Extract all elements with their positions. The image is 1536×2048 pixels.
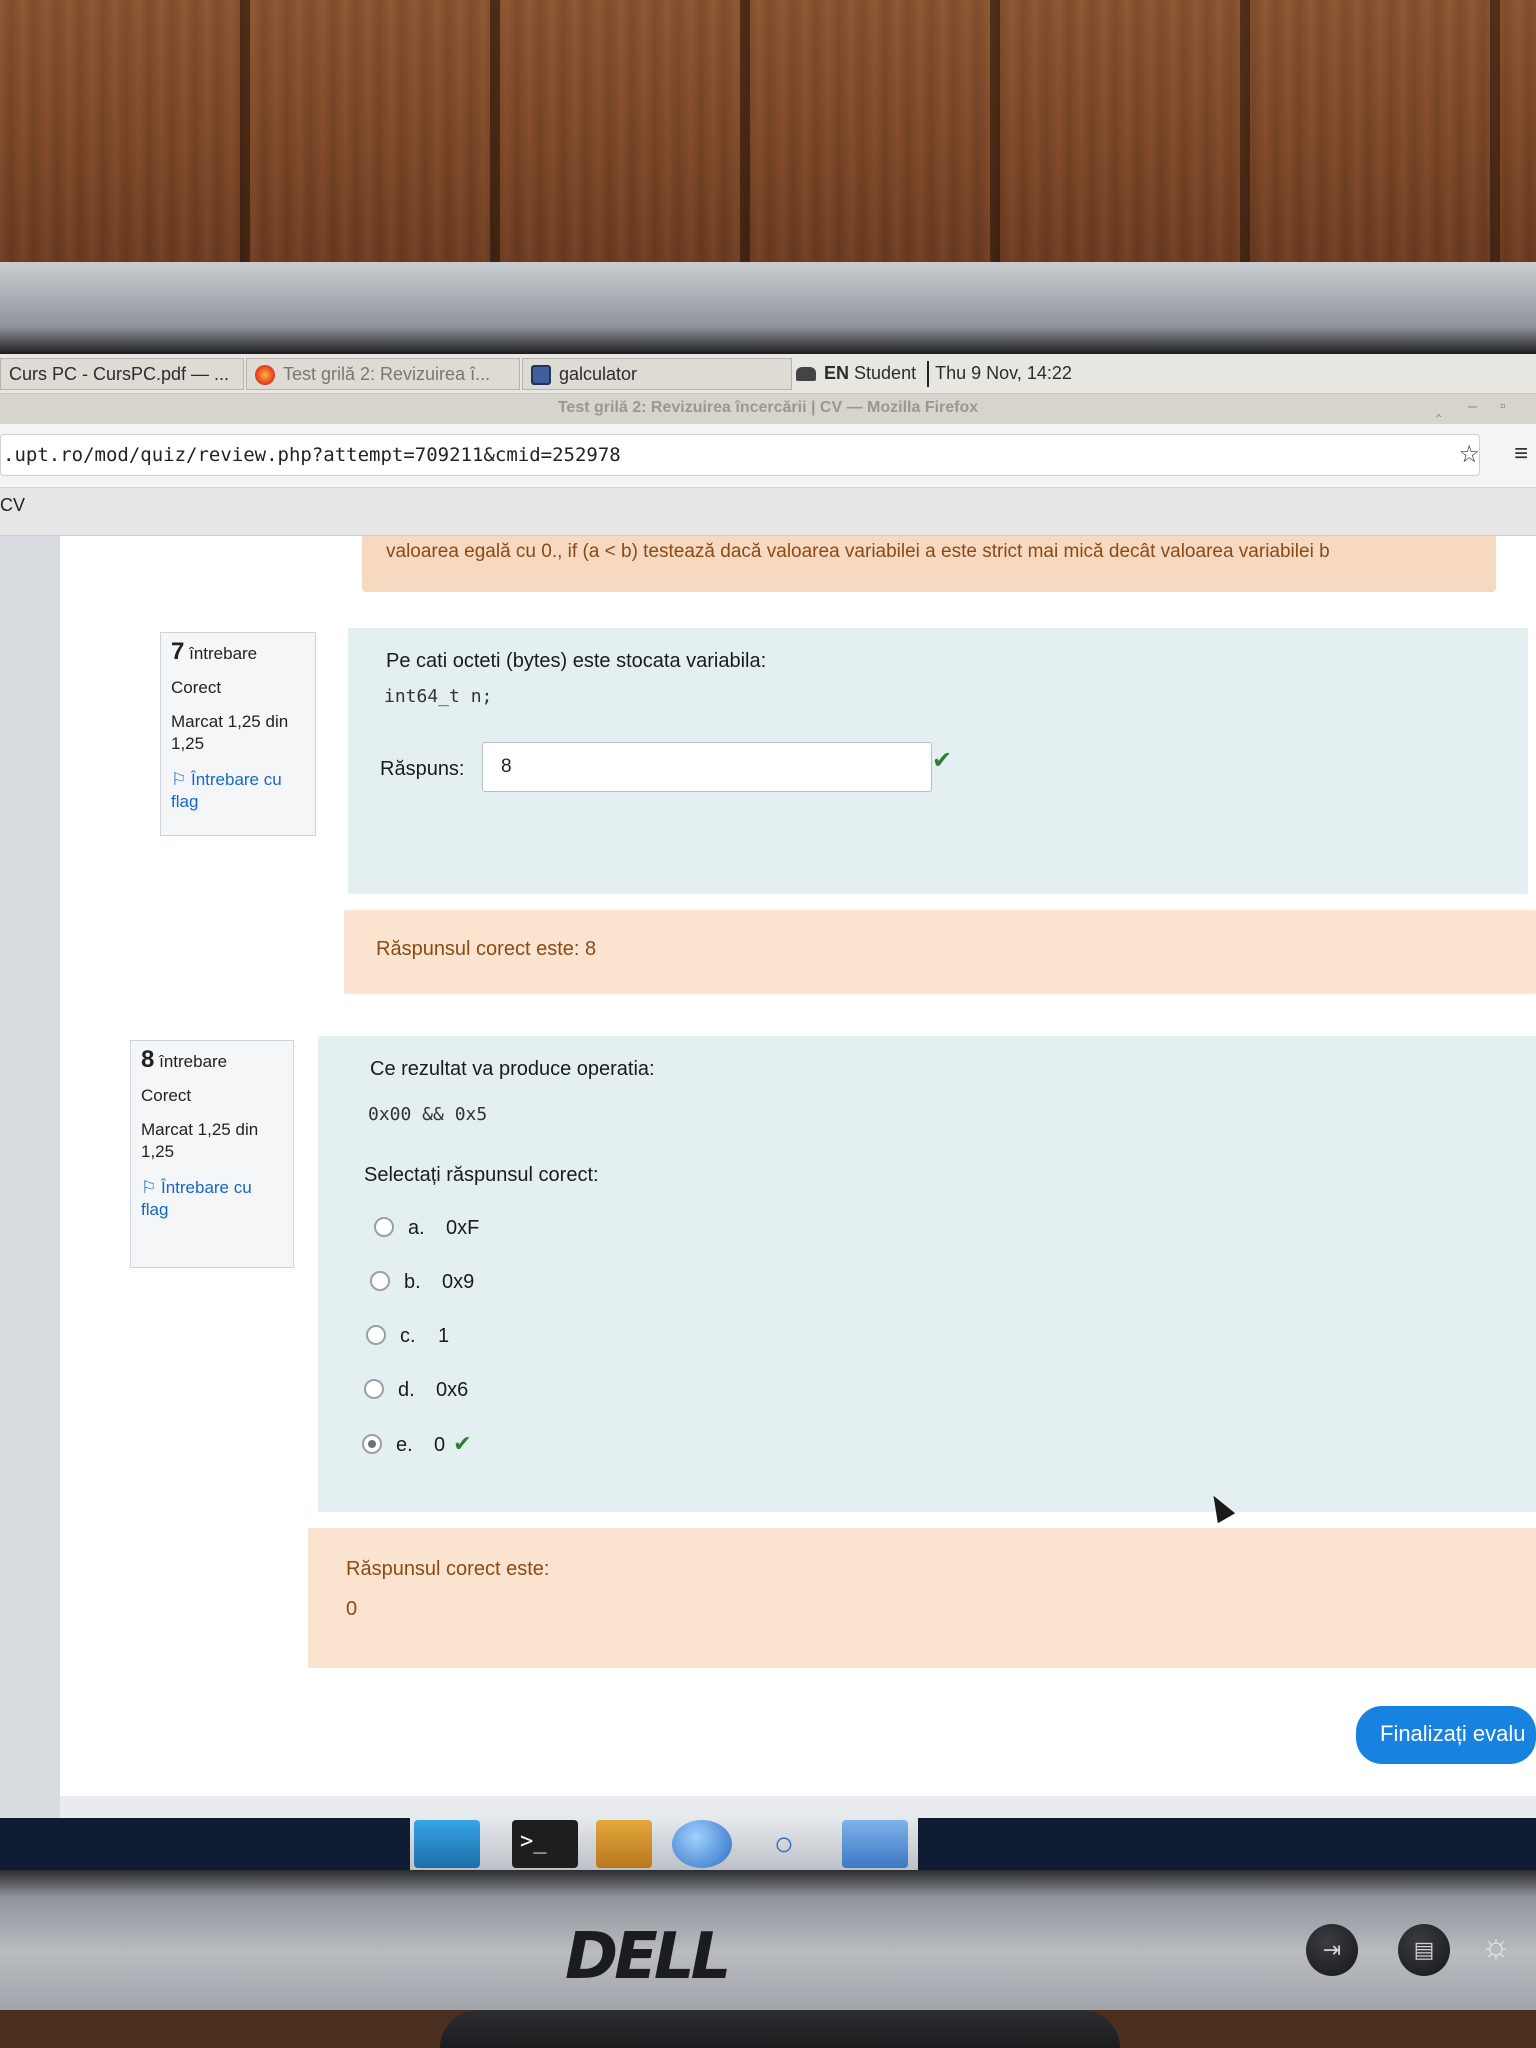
left-drawer — [0, 536, 60, 1870]
finish-review-button[interactable]: Finalizați evalu — [1356, 1706, 1536, 1764]
clock[interactable]: Thu 9 Nov, 14:22 — [935, 363, 1072, 383]
radio-button[interactable] — [374, 1216, 394, 1237]
window-restore-icon[interactable]: – — [1468, 398, 1477, 416]
monitor-bezel-top — [0, 262, 1536, 354]
question-outcome — [308, 1528, 1536, 1668]
taskbar-item-label: Test grilă 2: Revizuirea î... — [283, 364, 491, 384]
option-letter: e. — [396, 1434, 413, 1456]
correct-answer-label: Răspunsul corect este: — [346, 1558, 550, 1580]
answer-label: Răspuns: — [380, 758, 465, 780]
option-letter: d. — [398, 1379, 415, 1401]
calculator-icon — [531, 365, 551, 386]
question-info: 8 întrebare Corect Marcat 1,25 din 1,25 … — [130, 1040, 294, 1268]
answer-option-selected[interactable]: e. 0 ✔ — [362, 1430, 472, 1458]
question-text: Pe cati octeti (bytes) este stocata vari… — [386, 650, 767, 672]
radio-button[interactable] — [364, 1378, 384, 1399]
monitor-stand — [440, 2010, 1120, 2048]
flag-icon: ⚐ — [171, 770, 191, 789]
option-letter: b. — [404, 1271, 421, 1293]
question-status: Corect — [141, 1086, 192, 1105]
radio-button[interactable] — [370, 1270, 390, 1291]
correct-answer: Răspunsul corect este: 8 — [376, 938, 597, 960]
taskbar-item-label: galculator — [559, 364, 638, 384]
tray-divider — [927, 361, 930, 388]
correct-answer-value: 0 — [346, 1598, 358, 1620]
system-taskbar: Curs PC - CursPC.pdf — ... Test grilă 2:… — [0, 354, 1536, 394]
answer-option[interactable]: b. 0x9 — [370, 1268, 474, 1296]
keyboard-layout[interactable]: EN — [824, 363, 849, 383]
page: valoarea egală cu 0., if (a < b) testeaz… — [0, 536, 1536, 1870]
screen: Curs PC - CursPC.pdf — ... Test grilă 2:… — [0, 354, 1536, 1870]
terminal-icon[interactable]: >_ — [512, 1820, 578, 1868]
question-code: int64_t n; — [384, 686, 493, 707]
network-icon — [796, 367, 816, 382]
question-code: 0x00 && 0x5 — [368, 1104, 488, 1125]
question-mark: Marcat 1,25 din 1,25 — [141, 1120, 259, 1161]
option-letter: c. — [400, 1325, 416, 1347]
question-number: 8 — [141, 1046, 155, 1073]
answer-option[interactable]: a. 0xF — [374, 1214, 479, 1242]
question-status: Corect — [171, 678, 222, 697]
brightness-icon[interactable]: ☼ — [1476, 1926, 1516, 1966]
file-manager-icon[interactable] — [596, 1820, 652, 1868]
question-word: întrebare — [189, 644, 258, 663]
window-minimize-icon[interactable]: ‸ — [1436, 398, 1441, 418]
answer-option[interactable]: d. 0x6 — [364, 1376, 468, 1404]
window-maximize-icon[interactable]: ▫ — [1500, 398, 1506, 416]
flag-question-link[interactable]: ⚐ Întrebare cu flag — [171, 769, 305, 813]
bookmark-star-icon[interactable]: ☆ — [1458, 443, 1480, 467]
taskbar-item-label: Curs PC - CursPC.pdf — ... — [9, 364, 230, 384]
answer-prompt: Selectați răspunsul corect: — [364, 1164, 599, 1186]
radio-button-selected[interactable] — [362, 1433, 382, 1454]
show-desktop-icon[interactable] — [414, 1820, 480, 1868]
window-title: Test grilă 2: Revizuirea încercării | CV… — [0, 394, 1536, 424]
question-number: 7 — [171, 638, 185, 665]
option-value: 1 — [438, 1325, 450, 1347]
option-letter: a. — [408, 1217, 425, 1239]
system-tray: EN Student Thu 9 Nov, 14:22 — [796, 358, 1072, 390]
correct-check-icon: ✔ — [453, 1431, 472, 1456]
site-nav-label[interactable]: CV — [0, 495, 25, 515]
question-info: 7 întrebare Corect Marcat 1,25 din 1,25 … — [160, 632, 316, 836]
answer-option[interactable]: c. 1 — [366, 1322, 449, 1350]
site-nav-bar: CV — [0, 488, 1536, 536]
background-wall — [0, 0, 1536, 270]
option-value: 0xF — [446, 1217, 480, 1239]
taskbar-item-firefox[interactable]: Test grilă 2: Revizuirea î... — [246, 358, 520, 390]
user-name[interactable]: Student — [854, 363, 916, 383]
option-value: 0x9 — [442, 1271, 475, 1293]
option-value: 0 — [434, 1434, 446, 1456]
search-icon[interactable]: ○ — [756, 1820, 812, 1868]
monitor-menu-icon[interactable]: ▤ — [1398, 1924, 1450, 1976]
monitor-brand-logo: DELL — [565, 1920, 731, 1994]
correct-check-icon: ✔ — [932, 747, 953, 774]
question-formulation — [318, 1036, 1536, 1512]
hamburger-menu-icon[interactable]: ≡ — [1514, 442, 1528, 466]
radio-button[interactable] — [366, 1324, 386, 1345]
input-source-icon[interactable]: ⇥ — [1306, 1924, 1358, 1976]
question-word: întrebare — [159, 1052, 228, 1071]
browser-toolbar: .upt.ro/mod/quiz/review.php?attempt=7092… — [0, 424, 1536, 488]
taskbar-item-galculator[interactable]: galculator — [522, 358, 792, 390]
address-bar[interactable]: .upt.ro/mod/quiz/review.php?attempt=7092… — [0, 434, 1480, 476]
question-mark: Marcat 1,25 din 1,25 — [171, 712, 289, 753]
question-text: Ce rezultat va produce operatia: — [370, 1058, 655, 1080]
web-browser-icon[interactable] — [672, 1820, 732, 1868]
flag-icon: ⚐ — [141, 1178, 161, 1197]
flag-question-link[interactable]: ⚐ Întrebare cu flag — [141, 1177, 283, 1221]
firefox-icon — [255, 365, 275, 386]
folder-icon[interactable] — [842, 1820, 908, 1868]
option-value: 0x6 — [436, 1379, 469, 1401]
answer-input[interactable]: 8 — [482, 742, 932, 792]
previous-question-feedback: valoarea egală cu 0., if (a < b) testeaz… — [362, 536, 1496, 592]
taskbar-item-pdf[interactable]: Curs PC - CursPC.pdf — ... — [0, 358, 244, 390]
